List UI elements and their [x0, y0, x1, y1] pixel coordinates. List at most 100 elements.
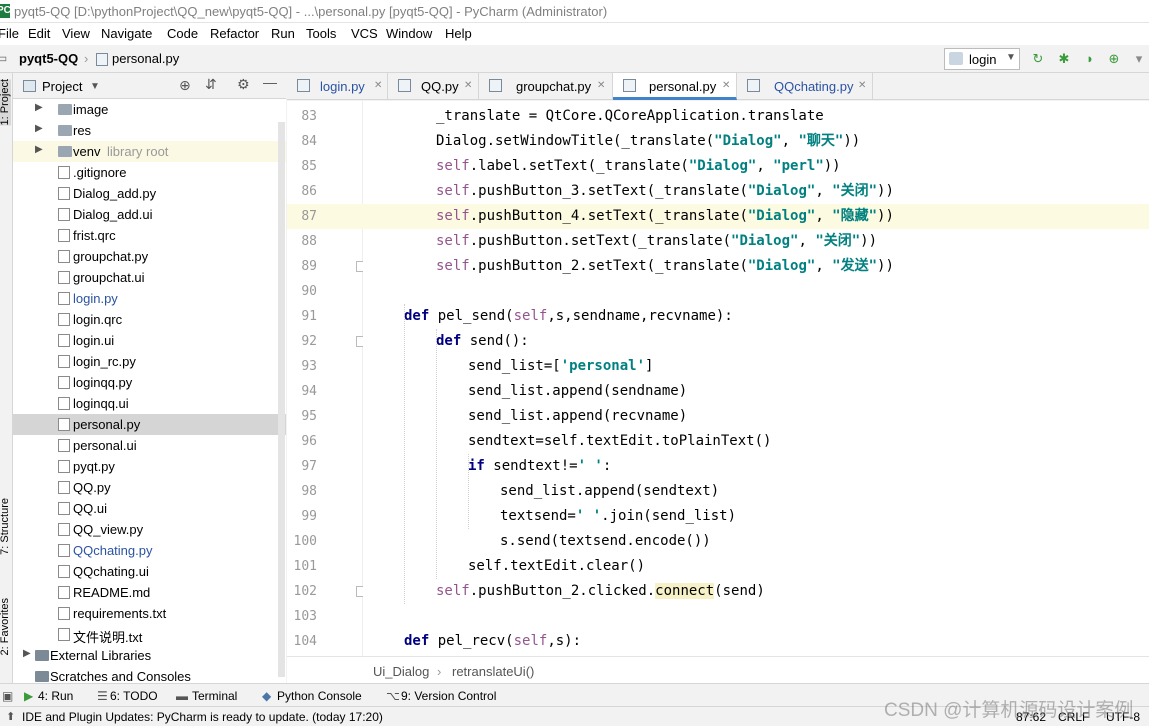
rerun-icon[interactable]: ↻: [1030, 51, 1046, 67]
code-line[interactable]: self.pushButton_2.setText(_translate("Di…: [363, 254, 1149, 279]
tree-item[interactable]: QQ_view.py: [13, 519, 286, 540]
tree-item[interactable]: login.ui: [13, 330, 286, 351]
chevron-down-icon[interactable]: ▼: [90, 81, 100, 92]
tool-run[interactable]: 4: Run: [38, 689, 73, 703]
tree-item[interactable]: requirements.txt: [13, 603, 286, 624]
menu-navigate[interactable]: Navigate: [101, 26, 152, 41]
tab-qqchating-py[interactable]: QQchating.py ✕: [737, 73, 873, 99]
menu-code[interactable]: Code: [167, 26, 198, 41]
tree-item[interactable]: loginqq.ui: [13, 393, 286, 414]
tree-item[interactable]: README.md: [13, 582, 286, 603]
close-icon[interactable]: ✕: [858, 80, 866, 91]
code-editor[interactable]: _translate = QtCore.QCoreApplication.tra…: [363, 101, 1149, 656]
code-line[interactable]: s.send(textsend.encode()): [363, 529, 1149, 554]
build-icon[interactable]: ▾: [1131, 51, 1147, 67]
menu-run[interactable]: Run: [271, 26, 295, 41]
menu-edit[interactable]: Edit: [28, 26, 50, 41]
breadcrumb-project[interactable]: pyqt5-QQ: [19, 51, 78, 66]
tab-structure[interactable]: 7: Structure: [0, 498, 11, 555]
code-line[interactable]: send_list.append(sendname): [363, 379, 1149, 404]
code-line[interactable]: Dialog.setWindowTitle(_translate("Dialog…: [363, 129, 1149, 154]
tool-todo[interactable]: 6: TODO: [110, 689, 158, 703]
breadcrumb-file[interactable]: personal.py: [112, 51, 179, 66]
code-line[interactable]: self.pushButton_3.setText(_translate("Di…: [363, 179, 1149, 204]
menu-vcs[interactable]: VCS: [351, 26, 378, 41]
tab-project[interactable]: 1: Project: [0, 79, 11, 126]
tree-item[interactable]: pyqt.py: [13, 456, 286, 477]
expand-arrow-icon[interactable]: ▶: [23, 648, 31, 659]
tree-item[interactable]: personal.ui: [13, 435, 286, 456]
tool-version-control[interactable]: 9: Version Control: [401, 689, 496, 703]
tree-item[interactable]: .gitignore: [13, 162, 286, 183]
tree-item[interactable]: ▶ image: [13, 99, 286, 120]
close-icon[interactable]: ✕: [374, 80, 382, 91]
tree-item[interactable]: login_rc.py: [13, 351, 286, 372]
tab-favorites[interactable]: 2: Favorites: [0, 598, 11, 655]
coverage-icon[interactable]: ◗: [1082, 51, 1098, 67]
code-line[interactable]: def pel_send(self,s,sendname,recvname):: [363, 304, 1149, 329]
crumb-method[interactable]: retranslateUi(): [452, 664, 534, 679]
menu-refactor[interactable]: Refactor: [210, 26, 259, 41]
locate-icon[interactable]: ⊕: [179, 77, 191, 94]
tree-item[interactable]: frist.qrc: [13, 225, 286, 246]
tab-login-py[interactable]: login.py ✕: [287, 73, 388, 99]
tree-item[interactable]: 文件说明.txt: [13, 624, 286, 645]
close-icon[interactable]: ✕: [722, 80, 730, 91]
tool-python-console[interactable]: Python Console: [277, 689, 362, 703]
code-line[interactable]: self.pushButton_2.clicked.connect(send): [363, 579, 1149, 604]
close-icon[interactable]: ✕: [464, 80, 472, 91]
tree-item[interactable]: Dialog_add.ui: [13, 204, 286, 225]
code-line[interactable]: self.label.setText(_translate("Dialog", …: [363, 154, 1149, 179]
code-line[interactable]: send_list.append(sendtext): [363, 479, 1149, 504]
code-line[interactable]: def pel_recv(self,s):: [363, 629, 1149, 654]
tab-groupchat-py[interactable]: groupchat.py ✕: [479, 73, 613, 99]
code-line[interactable]: [363, 279, 1149, 304]
code-line[interactable]: self.textEdit.clear(): [363, 554, 1149, 579]
layout-icon[interactable]: ▣: [2, 689, 13, 703]
close-icon[interactable]: ✕: [597, 80, 605, 91]
menu-view[interactable]: View: [62, 26, 90, 41]
tree-scrollbar[interactable]: [278, 122, 285, 677]
tree-item[interactable]: login.py: [13, 288, 286, 309]
tab-qq-py[interactable]: QQ.py ✕: [388, 73, 479, 99]
tree-item[interactable]: personal.py: [13, 414, 286, 435]
tree-item[interactable]: QQ.ui: [13, 498, 286, 519]
menu-tools[interactable]: Tools: [306, 26, 336, 41]
code-line[interactable]: textsend=' '.join(send_list): [363, 504, 1149, 529]
code-line[interactable]: self.pushButton.setText(_translate("Dial…: [363, 229, 1149, 254]
tree-item[interactable]: QQ.py: [13, 477, 286, 498]
status-message[interactable]: IDE and Plugin Updates: PyCharm is ready…: [22, 710, 383, 724]
run-configuration-select[interactable]: login ▼: [944, 48, 1020, 70]
profile-icon[interactable]: ⊕: [1106, 51, 1122, 67]
tree-item[interactable]: Scratches and Consoles: [13, 666, 286, 683]
menu-help[interactable]: Help: [445, 26, 472, 41]
tree-item[interactable]: ▶ External Libraries: [13, 645, 286, 666]
code-line[interactable]: self.pushButton_4.setText(_translate("Di…: [363, 204, 1149, 229]
expand-arrow-icon[interactable]: ▶: [35, 123, 43, 134]
menu-file[interactable]: File: [0, 26, 19, 41]
code-line[interactable]: def send():: [363, 329, 1149, 354]
project-panel-title[interactable]: Project: [42, 79, 82, 94]
tree-item[interactable]: QQchating.ui: [13, 561, 286, 582]
collapse-icon[interactable]: ⇵: [205, 76, 217, 93]
gear-icon[interactable]: ⚙: [237, 76, 250, 93]
tree-item[interactable]: groupchat.py: [13, 246, 286, 267]
code-line[interactable]: _translate = QtCore.QCoreApplication.tra…: [363, 104, 1149, 129]
tree-item[interactable]: Dialog_add.py: [13, 183, 286, 204]
tree-item[interactable]: ▶ venv library root: [13, 141, 286, 162]
code-line[interactable]: sendtext=self.textEdit.toPlainText(): [363, 429, 1149, 454]
hide-icon[interactable]: —: [263, 74, 277, 90]
tree-item[interactable]: ▶ res: [13, 120, 286, 141]
tree-item[interactable]: login.qrc: [13, 309, 286, 330]
debug-icon[interactable]: ✱: [1056, 51, 1072, 67]
code-line[interactable]: [363, 604, 1149, 629]
menu-window[interactable]: Window: [386, 26, 432, 41]
code-line[interactable]: send_list.append(recvname): [363, 404, 1149, 429]
tab-personal-py[interactable]: personal.py ✕: [613, 73, 737, 100]
code-line[interactable]: if sendtext!=' ':: [363, 454, 1149, 479]
code-line[interactable]: send_list=['personal']: [363, 354, 1149, 379]
tree-item[interactable]: groupchat.ui: [13, 267, 286, 288]
expand-arrow-icon[interactable]: ▶: [35, 102, 43, 113]
expand-arrow-icon[interactable]: ▶: [35, 144, 43, 155]
crumb-class[interactable]: Ui_Dialog: [373, 664, 429, 679]
